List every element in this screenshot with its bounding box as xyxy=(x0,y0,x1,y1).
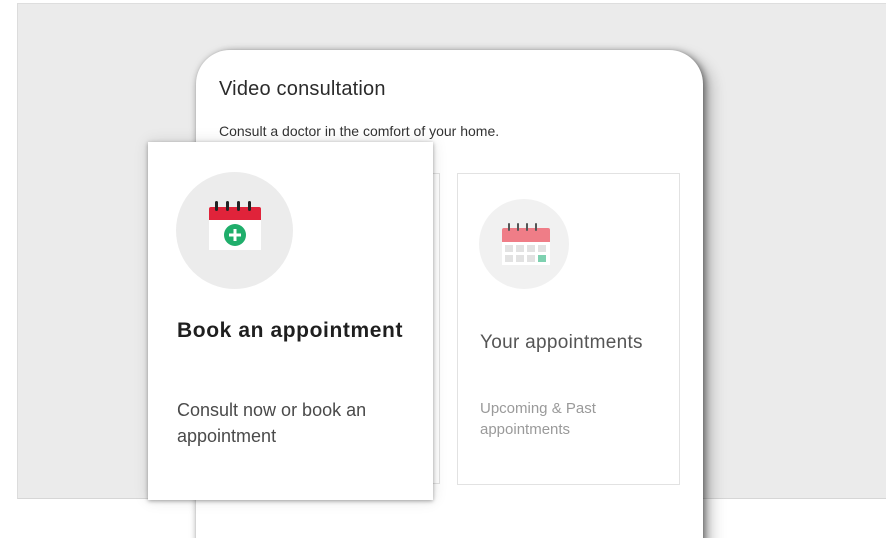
card-subtitle: Consult a doctor in the comfort of your … xyxy=(219,123,500,139)
your-appointments-title: Your appointments xyxy=(480,332,643,353)
calendar-icon xyxy=(502,223,550,265)
book-appointment-description: Consult now or book an appointment xyxy=(177,400,367,446)
calendar-plus-icon xyxy=(209,201,261,250)
book-appointment-tile[interactable]: Book an appointment Consult now or book … xyxy=(148,142,433,500)
card-title: Video consultation xyxy=(219,78,386,100)
your-appointments-description: Upcoming & Past appointments xyxy=(480,400,596,438)
book-appointment-title: Book an appointment xyxy=(177,319,404,342)
book-appointment-icon-circle xyxy=(176,172,293,289)
your-appointments-icon-circle xyxy=(479,199,569,289)
screen: Video consultation Consult a doctor in t… xyxy=(0,0,886,538)
your-appointments-tile[interactable]: Your appointments Upcoming & Past appoin… xyxy=(457,173,680,485)
